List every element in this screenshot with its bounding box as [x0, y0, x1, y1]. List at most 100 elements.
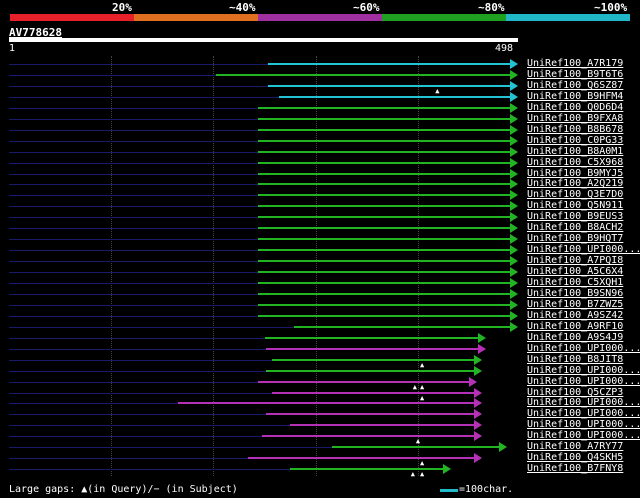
hit-label-link[interactable]: UniRef100_Q6SZ87: [527, 80, 623, 91]
row-baseline: [9, 184, 259, 185]
hit-label-link[interactable]: UniRef100_B8ACH2: [527, 222, 623, 233]
hit-bar[interactable]: [258, 151, 511, 153]
hit-bar[interactable]: [258, 381, 471, 383]
hit-bar[interactable]: [258, 118, 511, 120]
hit-bar[interactable]: [265, 413, 476, 415]
hit-label-link[interactable]: UniRef100_Q0D6D4: [527, 102, 623, 113]
hit-label-link[interactable]: UniRef100_A9SZ42: [527, 310, 623, 321]
hit-label-link[interactable]: UniRef100_B9FXA8: [527, 113, 623, 124]
hit-label-link[interactable]: UniRef100_C5XQH1: [527, 277, 623, 288]
row-baseline: [9, 436, 263, 437]
hit-bar[interactable]: [258, 271, 511, 273]
hit-bar[interactable]: [271, 392, 476, 394]
hit-bar[interactable]: [294, 326, 511, 328]
row-baseline: [9, 371, 266, 372]
row-baseline: [9, 141, 259, 142]
hit-arrow-icon: [510, 103, 518, 113]
hit-bar[interactable]: [258, 304, 511, 306]
hit-bar[interactable]: [258, 107, 511, 109]
row-baseline: [9, 294, 259, 295]
hit-bar[interactable]: [258, 140, 511, 142]
hit-arrow-icon: [510, 70, 518, 80]
hit-label-link[interactable]: UniRef100_UPI000...: [527, 343, 640, 354]
hit-label-link[interactable]: UniRef100_UPI000...: [527, 430, 640, 441]
hit-bar[interactable]: [262, 435, 476, 437]
ruler-end-label: 498: [495, 43, 514, 54]
hit-label-link[interactable]: UniRef100_B9T6T6: [527, 69, 623, 80]
ruler-start-label: 1: [9, 43, 16, 54]
hit-bar[interactable]: [264, 337, 480, 339]
gap-marker-icon: ▲: [412, 383, 417, 391]
hit-bar[interactable]: [290, 424, 476, 426]
hit-bar[interactable]: [258, 227, 511, 229]
row-baseline: [9, 425, 291, 426]
hit-bar[interactable]: [258, 216, 511, 218]
hit-label-link[interactable]: UniRef100_UPI000...: [527, 408, 640, 419]
hit-label-link[interactable]: UniRef100_UPI000...: [527, 419, 640, 430]
hit-label-link[interactable]: UniRef100_C0PG33: [527, 135, 623, 146]
hit-bar[interactable]: [258, 260, 511, 262]
hit-arrow-icon: [510, 245, 518, 255]
hit-bar[interactable]: [258, 315, 511, 317]
hit-label-link[interactable]: UniRef100_Q4SKH5: [527, 452, 623, 463]
hit-label-link[interactable]: UniRef100_Q5N911: [527, 200, 623, 211]
hit-label-link[interactable]: UniRef100_B9SN96: [527, 288, 623, 299]
hit-label-link[interactable]: UniRef100_UPI000...: [527, 244, 640, 255]
hit-arrow-icon: [510, 311, 518, 321]
hit-bar[interactable]: [258, 238, 511, 240]
gaps-legend: Large gaps: ▲(in Query)/− (in Subject): [9, 484, 238, 495]
hit-label-link[interactable]: UniRef100_B9HFM4: [527, 91, 623, 102]
hit-bar[interactable]: [248, 457, 476, 459]
hit-bar[interactable]: [258, 282, 511, 284]
scale-bar: [440, 489, 458, 492]
hit-bar[interactable]: [258, 293, 511, 295]
hit-arrow-icon: [474, 366, 483, 376]
hit-bar[interactable]: [267, 63, 511, 65]
hit-label-link[interactable]: UniRef100_A5C6X4: [527, 266, 623, 277]
hit-bar[interactable]: [258, 129, 511, 131]
row-baseline: [9, 97, 279, 98]
hit-label-link[interactable]: UniRef100_B8A0M1: [527, 146, 623, 157]
hit-label-link[interactable]: UniRef100_A7PQI8: [527, 255, 623, 266]
legend-label: 20%: [112, 1, 132, 14]
row-baseline: [9, 195, 259, 196]
hit-label-link[interactable]: UniRef100_B9EUS3: [527, 211, 623, 222]
row-baseline: [9, 239, 259, 240]
hit-label-link[interactable]: UniRef100_C5X968: [527, 157, 623, 168]
hit-arrow-icon: [510, 289, 518, 299]
hit-label-link[interactable]: UniRef100_A2Q219: [527, 178, 623, 189]
hit-arrow-icon: [510, 267, 518, 277]
hit-label-link[interactable]: UniRef100_B9HQT7: [527, 233, 623, 244]
hit-label-link[interactable]: UniRef100_A7RY77: [527, 441, 623, 452]
hit-bar[interactable]: [258, 194, 511, 196]
hit-bar[interactable]: [258, 162, 511, 164]
hit-label-link[interactable]: UniRef100_B8JIT8: [527, 354, 623, 365]
hit-label-link[interactable]: UniRef100_B7FNY8: [527, 463, 623, 474]
hit-bar[interactable]: [258, 205, 511, 207]
hit-label-link[interactable]: UniRef100_UPI000...: [527, 365, 640, 376]
hit-bar[interactable]: [177, 402, 476, 404]
hit-bar[interactable]: [267, 85, 511, 87]
hit-label-link[interactable]: UniRef100_B7ZWZ5: [527, 299, 623, 310]
hit-label-link[interactable]: UniRef100_A9RF10: [527, 321, 623, 332]
hit-arrow-icon: [474, 398, 483, 408]
hit-bar[interactable]: [271, 359, 476, 361]
hit-label-link[interactable]: UniRef100_UPI000...: [527, 397, 640, 408]
row-baseline: [9, 130, 259, 131]
hit-label-link[interactable]: UniRef100_A7R179: [527, 58, 623, 69]
hit-bar[interactable]: [258, 173, 511, 175]
hit-arrow-icon: [510, 300, 518, 310]
hit-bar[interactable]: [258, 249, 511, 251]
hit-bar[interactable]: [278, 96, 511, 98]
hit-bar[interactable]: [331, 446, 500, 448]
gap-marker-icon: ▲: [415, 437, 421, 445]
hit-label-link[interactable]: UniRef100_B8B678: [527, 124, 623, 135]
hit-label-link[interactable]: UniRef100_A9S4J9: [527, 332, 623, 343]
hit-bar[interactable]: [265, 370, 476, 372]
hit-bar[interactable]: [216, 74, 511, 76]
hit-arrow-icon: [474, 355, 483, 365]
hit-label-link[interactable]: UniRef100_UPI000...: [527, 376, 640, 387]
hit-label-link[interactable]: UniRef100_Q3E7D0: [527, 189, 623, 200]
hit-bar[interactable]: [265, 348, 480, 350]
hit-bar[interactable]: [258, 183, 511, 185]
